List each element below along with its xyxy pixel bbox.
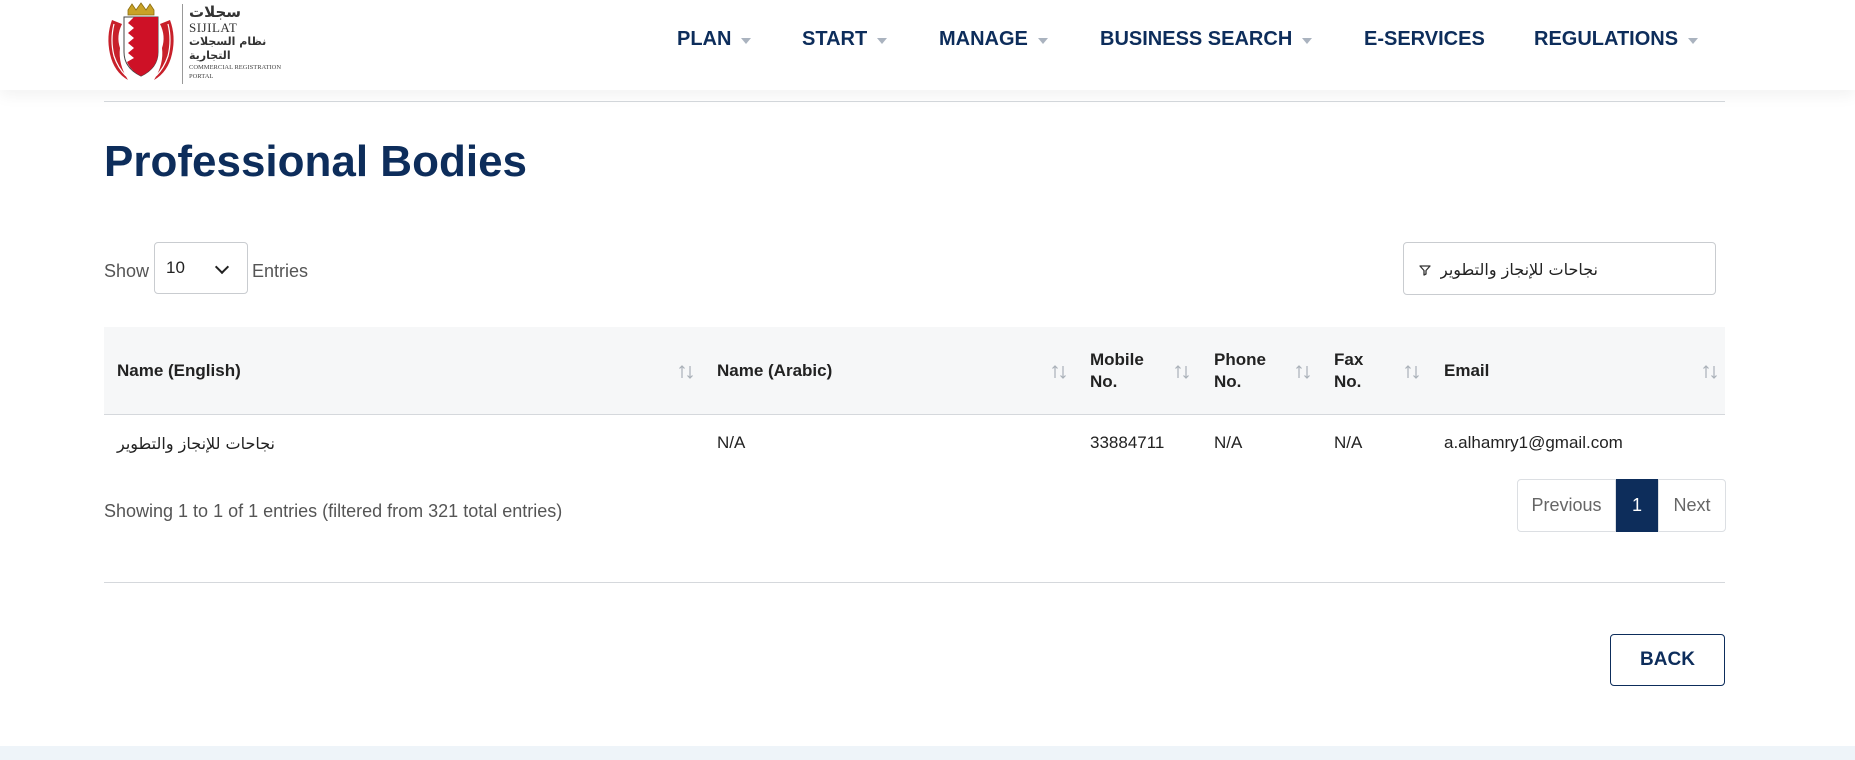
column-header-label: Email bbox=[1444, 361, 1490, 380]
sort-icon[interactable] bbox=[1174, 363, 1190, 381]
sort-icon[interactable] bbox=[1295, 363, 1311, 381]
page-1-button[interactable]: 1 bbox=[1616, 479, 1658, 532]
nav-item-plan[interactable]: PLAN bbox=[677, 28, 752, 51]
column-header-name-arabic[interactable]: Name (Arabic) bbox=[717, 327, 1047, 415]
nav-item-label: E-SERVICES bbox=[1364, 28, 1485, 50]
bottom-divider bbox=[104, 582, 1725, 583]
chevron-down-icon bbox=[214, 259, 230, 275]
sort-icon[interactable] bbox=[678, 363, 694, 381]
nav-item-label: PLAN bbox=[677, 28, 732, 50]
back-button[interactable]: BACK bbox=[1610, 634, 1725, 686]
column-header-mobile[interactable]: Mobile No. bbox=[1090, 327, 1150, 415]
nav-item-start[interactable]: START bbox=[802, 28, 888, 51]
nav-item-label: MANAGE bbox=[939, 28, 1028, 50]
sort-icon[interactable] bbox=[1702, 363, 1718, 381]
footer-strip bbox=[0, 746, 1855, 760]
caret-down-icon bbox=[1302, 37, 1313, 44]
site-header: سجلات SIJILAT نظام السجلات التجارية COMM… bbox=[0, 0, 1855, 90]
professional-bodies-table: Name (English) Name (Arabic) Mobile No. … bbox=[104, 327, 1725, 471]
nav-item-label: START bbox=[802, 28, 868, 50]
nav-item-label: REGULATIONS bbox=[1534, 28, 1679, 50]
page-title: Professional Bodies bbox=[104, 137, 528, 186]
show-label: Show bbox=[104, 261, 150, 281]
logo-subtitle: COMMERCIAL REGISTRATION PORTAL bbox=[189, 64, 282, 80]
top-divider bbox=[104, 101, 1725, 102]
column-header-phone[interactable]: Phone No. bbox=[1214, 327, 1274, 415]
nav-item-manage[interactable]: MANAGE bbox=[939, 28, 1048, 51]
sort-icon[interactable] bbox=[1051, 363, 1067, 381]
cell-name-english: نجاحات للإنجاز والتطوير bbox=[117, 433, 276, 453]
table-header: Name (English) Name (Arabic) Mobile No. … bbox=[104, 327, 1725, 415]
column-header-label: Name (Arabic) bbox=[717, 361, 833, 380]
table-info: Showing 1 to 1 of 1 entries (filtered fr… bbox=[104, 501, 563, 521]
cell-fax: N/A bbox=[1334, 433, 1363, 452]
logo-arabic-title: سجلات bbox=[189, 3, 242, 21]
sort-icon[interactable] bbox=[1404, 363, 1420, 381]
previous-page-button[interactable]: Previous bbox=[1517, 479, 1616, 532]
nav-item-regulations[interactable]: REGULATIONS bbox=[1534, 28, 1699, 51]
caret-down-icon bbox=[1688, 37, 1699, 44]
pagination: Previous 1 Next bbox=[1517, 479, 1726, 532]
nav-item-business-search[interactable]: BUSINESS SEARCH bbox=[1100, 28, 1313, 51]
nav-item-e-services[interactable]: E-SERVICES bbox=[1364, 28, 1485, 51]
column-header-fax[interactable]: Fax No. bbox=[1334, 327, 1374, 415]
caret-down-icon bbox=[877, 37, 888, 44]
table-row[interactable]: نجاحات للإنجاز والتطوير N/A 33884711 N/A… bbox=[104, 415, 1725, 471]
cell-mobile: 33884711 bbox=[1090, 433, 1165, 452]
cell-email: a.alhamry1@gmail.com bbox=[1444, 433, 1623, 452]
column-header-email[interactable]: Email bbox=[1444, 327, 1684, 415]
column-header-label: Phone No. bbox=[1214, 350, 1266, 391]
cell-phone: N/A bbox=[1214, 433, 1243, 452]
cell-name-arabic: N/A bbox=[717, 433, 746, 452]
entries-label: Entries bbox=[252, 261, 309, 281]
filter-input[interactable] bbox=[1440, 255, 1705, 283]
column-header-label: Mobile No. bbox=[1090, 350, 1144, 391]
table-filter[interactable] bbox=[1403, 242, 1716, 295]
column-header-name-english[interactable]: Name (English) bbox=[117, 327, 677, 415]
caret-down-icon bbox=[1037, 37, 1048, 44]
nav-item-label: BUSINESS SEARCH bbox=[1100, 28, 1293, 50]
caret-down-icon bbox=[741, 37, 752, 44]
main-nav: PLAN START MANAGE BUSINESS SEARCH E-SERV… bbox=[0, 28, 1855, 52]
filter-icon bbox=[1419, 265, 1431, 276]
column-header-label: Name (English) bbox=[117, 361, 241, 380]
next-page-button[interactable]: Next bbox=[1658, 479, 1726, 532]
entries-per-page-value: 10 bbox=[166, 258, 185, 277]
entries-per-page-select[interactable]: 10 bbox=[154, 242, 248, 294]
column-header-label: Fax No. bbox=[1334, 350, 1364, 391]
